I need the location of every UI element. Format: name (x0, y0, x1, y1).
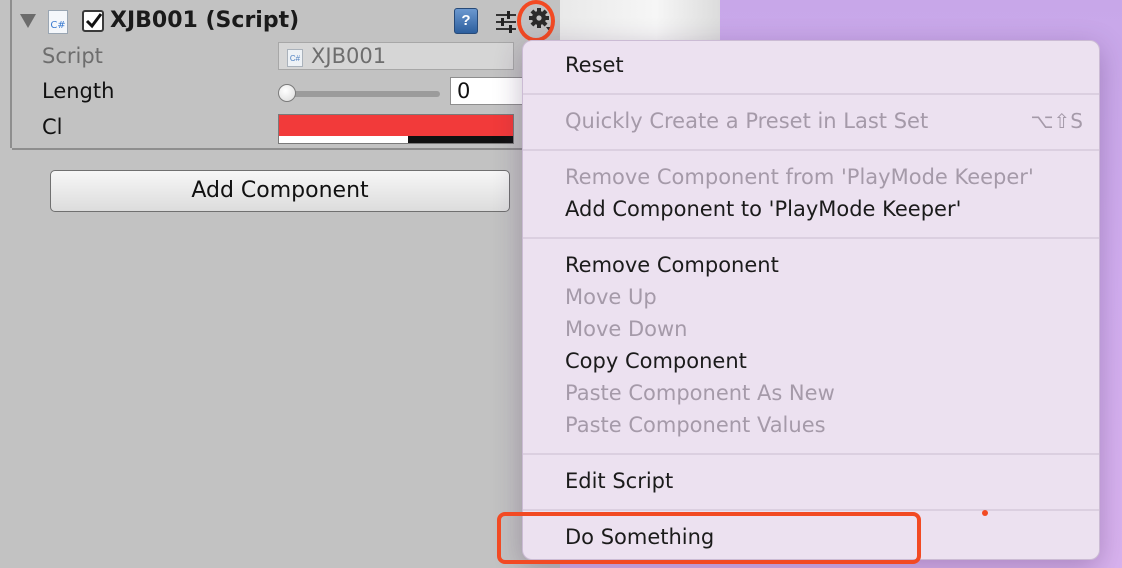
length-label: Length (42, 79, 115, 103)
background-window-thumbnail (560, 0, 720, 40)
menu-item-remove-from-keeper: Remove Component from 'PlayMode Keeper' (565, 165, 1034, 189)
help-book-icon[interactable]: ? (454, 8, 478, 34)
component-title: XJB001 (Script) (110, 8, 300, 33)
menu-item-move-up: Move Up (565, 285, 657, 309)
quick-preset-shortcut: ⌥⇧S (1030, 109, 1084, 133)
menu-separator (523, 237, 1099, 239)
menu-item-paste-as-new: Paste Component As New (565, 381, 835, 405)
script-field-value: XJB001 (311, 44, 387, 68)
menu-item-paste-values: Paste Component Values (565, 413, 826, 437)
gear-highlight-circle (517, 0, 555, 42)
menu-separator (523, 453, 1099, 455)
menu-separator (523, 93, 1099, 95)
preset-sliders-icon[interactable] (494, 8, 518, 34)
add-component-button[interactable]: Add Component (50, 170, 510, 212)
cl-color-field[interactable] (278, 114, 514, 144)
menu-item-quick-preset: Quickly Create a Preset in Last Set (565, 109, 929, 133)
color-alpha-bar (279, 136, 513, 143)
menu-item-remove-component[interactable]: Remove Component (565, 250, 779, 280)
csharp-script-icon: C# (48, 10, 68, 34)
menu-item-add-to-keeper[interactable]: Add Component to 'PlayMode Keeper' (565, 194, 961, 224)
cl-label: Cl (42, 115, 63, 139)
length-slider-thumb[interactable] (278, 84, 296, 102)
component-header: C# XJB001 (Script) ? (12, 0, 560, 42)
script-field: C# XJB001 (278, 42, 514, 70)
component-context-menu: Reset Quickly Create a Preset in Last Se… (522, 40, 1100, 560)
menu-separator (523, 509, 1099, 511)
length-input[interactable]: 0 (450, 77, 530, 105)
annotation-dot (982, 510, 988, 516)
menu-item-move-down: Move Down (565, 317, 688, 341)
do-something-highlight-box (497, 512, 921, 564)
menu-item-copy-component[interactable]: Copy Component (565, 346, 747, 376)
menu-separator (523, 149, 1099, 151)
menu-item-reset[interactable]: Reset (565, 50, 624, 80)
length-slider-track[interactable] (286, 91, 440, 97)
foldout-arrow-icon[interactable] (20, 14, 36, 28)
checkmark-icon (85, 13, 103, 29)
csharp-file-icon: C# (287, 49, 303, 67)
component-divider (12, 148, 560, 150)
inspector-panel: C# XJB001 (Script) ? Script C# XJB001 Le… (0, 0, 560, 568)
color-alpha-fill (407, 136, 513, 143)
script-label: Script (42, 44, 103, 68)
component-enabled-checkbox[interactable] (82, 10, 104, 32)
menu-item-edit-script[interactable]: Edit Script (565, 466, 673, 496)
